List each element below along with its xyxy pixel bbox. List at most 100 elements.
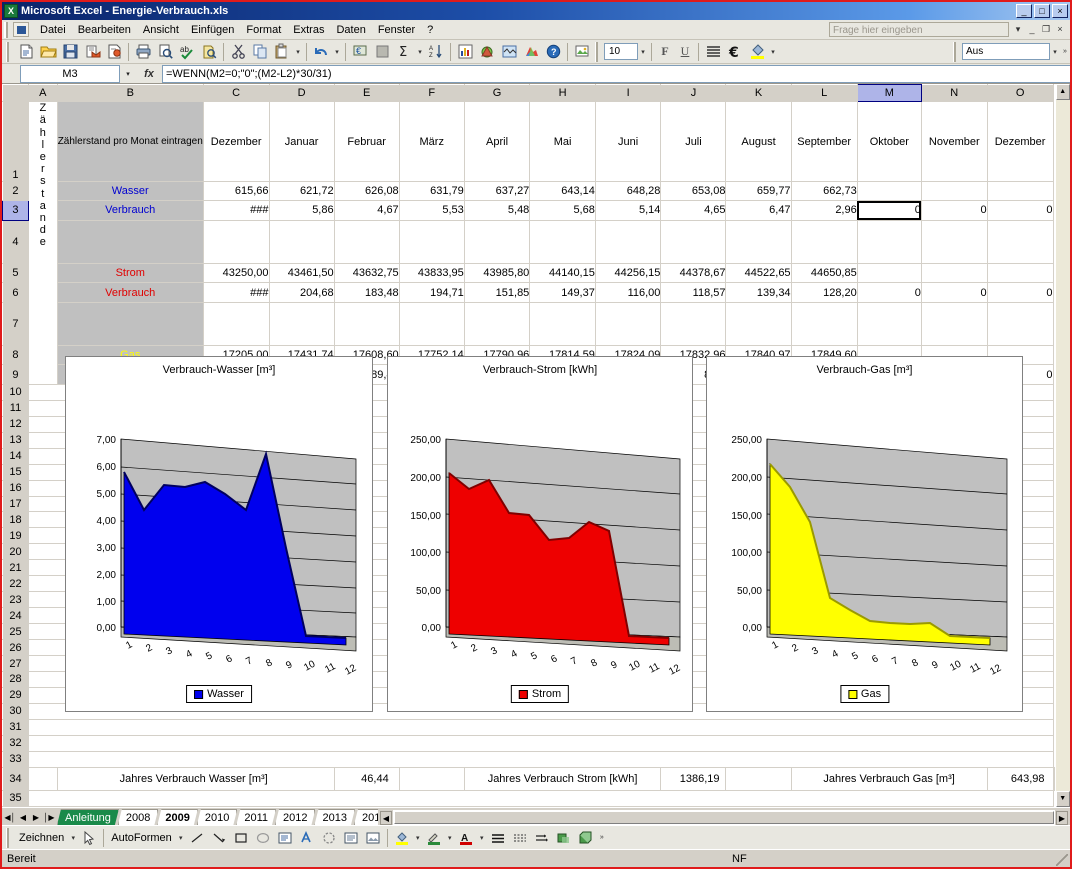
column-header-h[interactable]: H xyxy=(530,85,596,102)
undo-icon[interactable] xyxy=(310,41,332,63)
drawing-toolbar-options-icon[interactable]: » xyxy=(597,827,607,849)
cell-b7[interactable] xyxy=(57,302,203,345)
cell-e4[interactable] xyxy=(334,220,399,263)
cell-j7[interactable] xyxy=(661,302,726,345)
menu-item-bearbeiten[interactable]: Bearbeiten xyxy=(72,22,137,38)
summary-label-wasser[interactable]: Jahres Verbrauch Wasser [m³] xyxy=(57,767,334,790)
first-sheet-icon[interactable]: ◀│ xyxy=(4,811,16,825)
cell-j5[interactable]: 44378,67 xyxy=(661,264,726,283)
column-header-k[interactable]: K xyxy=(726,85,791,102)
print-preview-icon[interactable] xyxy=(154,41,176,63)
cell-f6[interactable]: 194,71 xyxy=(399,283,464,302)
row-header-1[interactable]: 1 xyxy=(3,102,29,182)
select-objects-icon[interactable] xyxy=(78,827,100,849)
row-header-25[interactable]: 25 xyxy=(3,624,29,640)
cell-i3[interactable]: 5,14 xyxy=(595,201,661,220)
cell-n5[interactable] xyxy=(921,264,987,283)
map-icon[interactable] xyxy=(498,41,520,63)
cell-f3[interactable]: 5,53 xyxy=(399,201,464,220)
paste-icon[interactable] xyxy=(271,41,293,63)
open-folder-icon[interactable] xyxy=(37,41,59,63)
name-box-chevron-down-icon[interactable]: ▾ xyxy=(120,65,136,83)
row-header-35[interactable]: 35 xyxy=(3,790,29,807)
chart-verbrauch-gas[interactable]: Verbrauch-Gas [m³] 250,00 200,00 150,00 … xyxy=(706,356,1023,712)
autoshapes-chevron-down-icon[interactable]: ▾ xyxy=(176,827,186,849)
hscroll-left-icon[interactable]: ◀ xyxy=(380,811,392,825)
cell-f4[interactable] xyxy=(399,220,464,263)
scroll-down-icon[interactable]: ▼ xyxy=(1056,791,1070,807)
fill-color-chevron-down-icon[interactable]: ▾ xyxy=(768,41,778,63)
chart-legend-wasser[interactable]: Wasser xyxy=(186,685,252,703)
insert-picture-icon[interactable] xyxy=(571,41,593,63)
cell-f2[interactable]: 631,79 xyxy=(399,181,464,200)
chart-legend-strom[interactable]: Strom xyxy=(511,685,569,703)
row-header-15[interactable]: 15 xyxy=(3,464,29,480)
horizontal-scrollbar[interactable] xyxy=(393,810,1055,825)
style-chevron-down-icon[interactable]: ▾ xyxy=(1050,41,1060,63)
row-header-27[interactable]: 27 xyxy=(3,656,29,672)
cell-b4[interactable] xyxy=(57,220,203,263)
maximize-button[interactable]: □ xyxy=(1034,4,1050,18)
cell-e1-month[interactable]: Februar xyxy=(334,102,399,182)
column-header-o[interactable]: O xyxy=(987,85,1053,102)
cell-c4[interactable] xyxy=(203,220,269,263)
oval-icon[interactable] xyxy=(252,827,274,849)
column-header-f[interactable]: F xyxy=(399,85,464,102)
cell-j1-month[interactable]: Juli xyxy=(661,102,726,182)
cell-e3[interactable]: 4,67 xyxy=(334,201,399,220)
cell-l6[interactable]: 128,20 xyxy=(791,283,857,302)
cell-i6[interactable]: 116,00 xyxy=(595,283,661,302)
formula-input[interactable]: =WENN(M2=0;"0";(M2-L2)*30/31) xyxy=(162,65,1070,83)
column-header-m[interactable]: M xyxy=(857,85,921,102)
sort-ascending-icon[interactable]: AZ xyxy=(425,41,447,63)
row-header-33[interactable]: 33 xyxy=(3,751,29,767)
column-header-e[interactable]: E xyxy=(334,85,399,102)
cell-i7[interactable] xyxy=(595,302,661,345)
cell-g7[interactable] xyxy=(464,302,530,345)
arrow-style-icon[interactable] xyxy=(531,827,553,849)
cell-g1-month[interactable]: April xyxy=(464,102,530,182)
row-header-19[interactable]: 19 xyxy=(3,528,29,544)
cut-icon[interactable] xyxy=(227,41,249,63)
copy-icon[interactable] xyxy=(249,41,271,63)
cell-k7[interactable] xyxy=(726,302,791,345)
cell-o1-month[interactable]: Dezember xyxy=(987,102,1053,182)
cell-a34[interactable] xyxy=(28,767,57,790)
cell-b6-label[interactable]: Verbrauch xyxy=(57,283,203,302)
insert-function-icon[interactable] xyxy=(371,41,393,63)
paste-options-chevron-down-icon[interactable]: ▾ xyxy=(293,41,303,63)
cell-l4[interactable] xyxy=(791,220,857,263)
row-header-9[interactable]: 9 xyxy=(3,365,29,384)
save-icon[interactable] xyxy=(59,41,81,63)
doc-minimize-button[interactable]: _ xyxy=(1025,23,1039,37)
row-header-24[interactable]: 24 xyxy=(3,608,29,624)
column-header-a[interactable]: A xyxy=(28,85,57,102)
row-header-32[interactable]: 32 xyxy=(3,735,29,751)
chart-wizard-icon[interactable] xyxy=(454,41,476,63)
print-icon[interactable] xyxy=(132,41,154,63)
column-header-j[interactable]: J xyxy=(661,85,726,102)
next-sheet-icon[interactable]: ▶ xyxy=(30,811,42,825)
cell-k1-month[interactable]: August xyxy=(726,102,791,182)
cell-m3-selected[interactable]: 0 xyxy=(857,201,921,220)
cell-k4[interactable] xyxy=(726,220,791,263)
scroll-up-icon[interactable]: ▲ xyxy=(1056,84,1070,100)
research-icon[interactable] xyxy=(198,41,220,63)
cell-j6[interactable]: 118,57 xyxy=(661,283,726,302)
row-header-17[interactable]: 17 xyxy=(3,496,29,512)
permission-icon[interactable] xyxy=(103,41,125,63)
cell-o4[interactable] xyxy=(987,220,1053,263)
cell-d4[interactable] xyxy=(269,220,334,263)
blank-range-32[interactable] xyxy=(28,735,1053,751)
bold-button[interactable]: F xyxy=(655,42,675,62)
row-header-28[interactable]: 28 xyxy=(3,671,29,687)
summary-label-gas[interactable]: Jahres Verbrauch Gas [m³] xyxy=(791,767,987,790)
cell-l2[interactable]: 662,73 xyxy=(791,181,857,200)
cell-b5-label[interactable]: Strom xyxy=(57,264,203,283)
cell-o7[interactable] xyxy=(987,302,1053,345)
rectangle-icon[interactable] xyxy=(230,827,252,849)
cell-n1-month[interactable]: November xyxy=(921,102,987,182)
autosum-icon[interactable]: Σ xyxy=(393,41,415,63)
style-select[interactable]: Aus xyxy=(962,43,1050,60)
cell-h7[interactable] xyxy=(530,302,596,345)
